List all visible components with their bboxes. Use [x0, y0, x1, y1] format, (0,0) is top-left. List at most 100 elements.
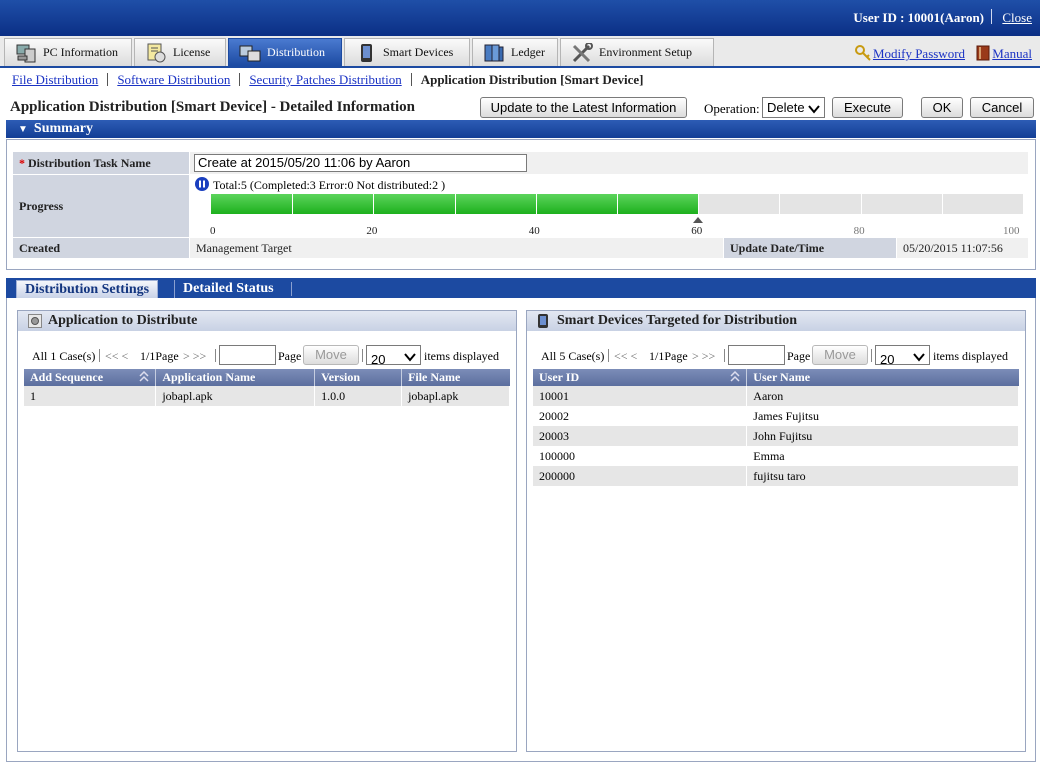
table-row[interactable]: 20002 James Fujitsu — [533, 406, 1019, 426]
tab-distribution[interactable]: Distribution — [228, 38, 342, 66]
task-name-label: * Distribution Task Name — [13, 152, 189, 174]
tab-license[interactable]: License — [134, 38, 226, 66]
collapse-triangle-icon: ▼ — [18, 124, 28, 135]
items-displayed-label: items displayed — [933, 349, 1008, 363]
table-row[interactable]: 200000 fujitsu taro — [533, 466, 1019, 486]
cancel-button[interactable]: Cancel — [970, 97, 1034, 118]
column-header-version[interactable]: Version — [314, 369, 403, 386]
items-per-page-select[interactable]: 20 — [875, 345, 930, 367]
smart-devices-panel-header: Smart Devices Targeted for Distribution — [527, 311, 1025, 331]
divider — [239, 73, 241, 86]
table-row[interactable]: 100000 Emma — [533, 446, 1019, 466]
smart-devices-panel: Smart Devices Targeted for Distribution … — [526, 310, 1026, 752]
move-button[interactable]: Move — [303, 345, 359, 365]
move-button[interactable]: Move — [812, 345, 868, 365]
items-per-page-value: 20 — [371, 352, 386, 367]
summary-title: Summary — [33, 121, 94, 136]
tab-ledger[interactable]: Ledger — [472, 38, 558, 66]
items-per-page-value: 20 — [880, 352, 895, 367]
column-header-user-id[interactable]: User ID — [533, 369, 748, 387]
table-row[interactable]: 1 jobapl.apk 1.0.0 jobapl.apk — [24, 386, 510, 406]
created-label: Created — [13, 238, 189, 258]
column-header-user-name[interactable]: User Name — [746, 369, 1019, 386]
cell-user-id: 200000 — [533, 466, 748, 486]
distribution-icon — [239, 43, 261, 63]
next-page-button[interactable]: > >> — [183, 349, 206, 364]
next-page-button[interactable]: > >> — [692, 349, 715, 364]
sort-icon[interactable] — [139, 370, 149, 387]
chevron-down-icon — [404, 349, 416, 362]
software-distribution-link[interactable]: Software Distribution — [117, 72, 230, 87]
chevron-down-icon — [913, 349, 925, 362]
progress-grid-line — [454, 194, 456, 214]
summary-header[interactable]: ▼ Summary — [6, 120, 1036, 138]
tab-detailed-status[interactable]: Detailed Status — [174, 280, 282, 298]
cell-file-name: jobapl.apk — [401, 386, 510, 406]
current-page-label: Application Distribution [Smart Device] — [420, 72, 644, 87]
progress-tick-label: 40 — [528, 225, 540, 237]
page-label: Page — [787, 349, 811, 363]
tab-pc-information[interactable]: PC Information — [4, 38, 132, 66]
progress-tick-label: 60 — [691, 225, 703, 237]
tab-label: PC Information — [43, 45, 118, 59]
progress-grid-line — [941, 194, 943, 214]
manual-link[interactable]: Manual — [992, 46, 1032, 61]
progress-tick-label: 20 — [366, 225, 378, 237]
sort-icon[interactable] — [730, 370, 740, 387]
pause-icon[interactable] — [195, 177, 209, 195]
tab-label: Distribution — [267, 45, 326, 59]
progress-tick-label: 100 — [1003, 225, 1020, 237]
page-number-input[interactable] — [728, 345, 785, 365]
tab-label: Smart Devices — [383, 45, 454, 59]
table-row[interactable]: 20003 John Fujitsu — [533, 426, 1019, 446]
table-header-row: User ID User Name — [533, 369, 1019, 386]
user-id-label: User ID : 10001(Aaron) — [853, 10, 984, 25]
column-header-application-name[interactable]: Application Name — [155, 369, 316, 386]
divider — [215, 349, 216, 362]
main-tabs: PC Information License Distribution Smar… — [0, 36, 1040, 68]
table-header-row: Add Sequence Application Name Version Fi… — [24, 369, 510, 386]
ok-button[interactable]: OK — [921, 97, 963, 118]
divider — [608, 349, 609, 362]
close-link[interactable]: Close — [1002, 10, 1032, 26]
key-icon — [854, 45, 871, 65]
detail-tabs: Distribution Settings Detailed Status — [6, 278, 1036, 298]
cell-user-id: 100000 — [533, 446, 748, 466]
column-header-file-name[interactable]: File Name — [401, 369, 510, 386]
smartphone-icon — [537, 314, 549, 335]
file-distribution-link[interactable]: File Distribution — [12, 72, 98, 87]
tab-label: Ledger — [511, 45, 545, 59]
items-displayed-label: items displayed — [424, 349, 499, 363]
cell-user-id: 10001 — [533, 386, 748, 406]
tab-distribution-settings[interactable]: Distribution Settings — [16, 280, 159, 298]
progress-grid-line — [779, 194, 781, 214]
task-name-input[interactable]: Create at 2015/05/20 11:06 by Aaron — [194, 154, 527, 172]
prev-page-button[interactable]: << < — [105, 349, 128, 364]
divider — [362, 349, 363, 362]
divider — [871, 349, 872, 362]
tab-smart-devices[interactable]: Smart Devices — [344, 38, 470, 66]
application-panel-title: Application to Distribute — [48, 313, 198, 328]
items-per-page-select[interactable]: 20 — [366, 345, 421, 367]
column-header-add-sequence[interactable]: Add Sequence — [24, 369, 157, 387]
sub-navigation: File Distribution Software Distribution Se… — [0, 70, 1040, 92]
security-patches-distribution-link[interactable]: Security Patches Distribution — [249, 72, 401, 87]
page-indicator: 1/1Page — [649, 349, 688, 363]
table-row[interactable]: 10001 Aaron — [533, 386, 1019, 406]
tab-environment-setup[interactable]: Environment Setup — [560, 38, 714, 66]
execute-button[interactable]: Execute — [832, 97, 903, 118]
update-latest-button[interactable]: Update to the Latest Information — [480, 97, 687, 118]
application-panel: Application to Distribute All 1 Case(s) … — [17, 310, 517, 752]
page-number-input[interactable] — [219, 345, 276, 365]
created-value: Management Target — [190, 238, 723, 258]
prev-page-button[interactable]: << < — [614, 349, 637, 364]
progress-summary: Total:5 (Completed:3 Error:0 Not distrib… — [213, 178, 446, 192]
progress-bar — [211, 194, 1023, 214]
operation-select[interactable]: Delete — [762, 97, 825, 118]
progress-grid-line — [535, 194, 537, 214]
smart-devices-table: User ID User Name 10001 Aaron 20002 Jame… — [533, 369, 1019, 486]
chevron-down-icon — [808, 101, 820, 114]
pc-icon — [15, 43, 37, 63]
title-row: Application Distribution [Smart Device] … — [0, 95, 1040, 119]
modify-password-link[interactable]: Modify Password — [873, 46, 965, 61]
